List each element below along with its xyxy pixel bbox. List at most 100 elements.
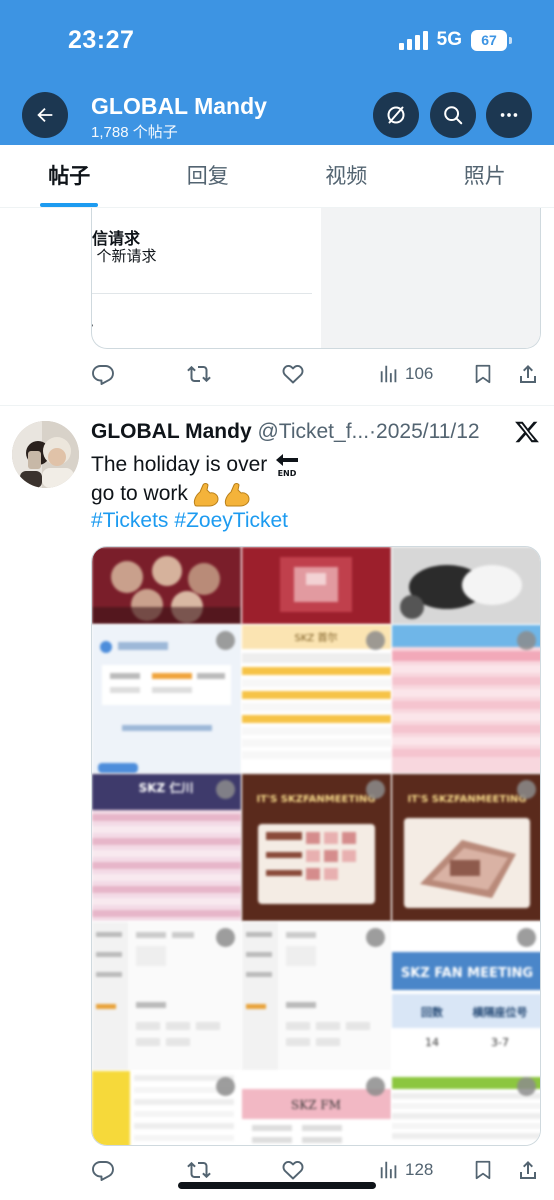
image-thumbnail[interactable]: SKZ 首尔	[242, 625, 391, 773]
tweet-text-line2: go to work	[91, 481, 250, 507]
image-thumbnail[interactable]	[242, 547, 391, 624]
retweet-icon	[187, 365, 211, 383]
status-indicators: 5G 67	[398, 29, 512, 51]
reply-icon	[92, 1161, 114, 1181]
views-button[interactable]: 106	[378, 359, 433, 389]
battery-icon: 67	[471, 29, 512, 51]
share-icon	[520, 1161, 536, 1179]
svg-text:IT'S SKZFANMEETING: IT'S SKZFANMEETING	[256, 794, 375, 805]
image-thumbnail[interactable]: SKZ FAN MEETING 回数 横隔座位号 14 3-7	[392, 922, 540, 1070]
reply-icon	[92, 365, 114, 385]
svg-text:横隔座位号: 横隔座位号	[473, 1005, 528, 1019]
like-button[interactable]	[281, 1155, 305, 1185]
hashtag-tickets[interactable]: #Tickets	[91, 509, 168, 532]
image-thumbnail[interactable]: IT'S SKZFANMEETING	[242, 774, 391, 921]
battery-level: 67	[471, 29, 507, 51]
end-label: END	[278, 469, 297, 478]
signal-icon	[398, 30, 428, 50]
bookmark-icon	[475, 364, 491, 384]
tab-videos[interactable]: 视频	[277, 145, 416, 207]
svg-text:回数: 回数	[421, 1005, 444, 1019]
tweet-actions: 128	[91, 1155, 541, 1185]
image-thumbnail[interactable]	[242, 922, 391, 1070]
reply-button[interactable]	[91, 359, 115, 389]
views-icon	[380, 365, 397, 383]
hashtags: #Tickets #ZoeyTicket	[91, 509, 288, 533]
search-icon	[444, 106, 463, 125]
dm-request-subtitle: 7 个新请求	[91, 248, 157, 265]
tweet-image-grid[interactable]: SKZ 首尔 SKZ 仁川 IT'S SKZFANMEETING IT'S SK…	[91, 546, 541, 1146]
svg-text:SKZ 首尔: SKZ 首尔	[295, 631, 338, 644]
end-arrow-icon: END	[273, 452, 301, 478]
page-title: GLOBAL Mandy	[91, 93, 267, 119]
share-button[interactable]	[516, 359, 540, 389]
svg-text:14: 14	[425, 1036, 439, 1049]
post-count: 1,788 个帖子	[91, 124, 178, 141]
image-thumbnail[interactable]: SKZ 仁川	[92, 774, 241, 921]
retweet-button[interactable]	[186, 359, 212, 389]
image-thumbnail[interactable]	[92, 1071, 241, 1145]
image-thumbnail[interactable]	[92, 922, 241, 1070]
tab-photos[interactable]: 照片	[416, 145, 554, 207]
more-button[interactable]	[486, 92, 532, 138]
separator-dot: ·	[369, 420, 377, 443]
tweet-separator	[0, 405, 554, 406]
network-type: 5G	[436, 29, 462, 50]
image-thumbnail[interactable]: SKZ FM	[242, 1071, 391, 1145]
views-count: 128	[405, 1160, 434, 1179]
flexed-biceps-icon	[224, 483, 250, 507]
conversation-label: 话	[92, 314, 93, 339]
notification-off-icon	[387, 106, 405, 124]
tweet-actions: 106	[91, 359, 541, 389]
image-thumbnail[interactable]	[392, 625, 540, 773]
profile-tabs: 帖子 回复 视频 照片	[0, 145, 554, 208]
author-name[interactable]: GLOBAL Mandy	[91, 420, 252, 443]
tweet-header: GLOBAL Mandy @Ticket_f...·2025/11/12	[91, 420, 511, 444]
back-arrow-icon	[37, 107, 53, 123]
tweet-date[interactable]: 2025/11/12	[376, 420, 480, 443]
tweet-text-2: go to work	[91, 482, 188, 505]
image-thumbnail[interactable]: IT'S SKZFANMEETING	[392, 774, 540, 921]
bookmark-button[interactable]	[472, 1155, 494, 1185]
search-button[interactable]	[430, 92, 476, 138]
image-thumbnail[interactable]	[92, 547, 241, 624]
notifications-button[interactable]	[373, 92, 419, 138]
share-button[interactable]	[516, 1155, 540, 1185]
views-icon	[380, 1161, 397, 1179]
svg-text:SKZ FM: SKZ FM	[291, 1098, 341, 1112]
image-thumbnail[interactable]	[92, 625, 241, 773]
image-thumbnail[interactable]	[392, 1071, 540, 1145]
svg-text:3-7: 3-7	[491, 1036, 509, 1049]
profile-header: 23:27 5G 67 GLOBAL Mandy 1,788 个帖子	[0, 0, 554, 145]
bookmark-button[interactable]	[472, 359, 494, 389]
svg-text:IT'S SKZFANMEETING: IT'S SKZFANMEETING	[407, 794, 526, 805]
reply-button[interactable]	[91, 1155, 115, 1185]
views-button[interactable]: 128	[378, 1155, 433, 1185]
divider	[92, 293, 312, 294]
media-placeholder	[321, 208, 540, 348]
share-icon	[520, 365, 536, 383]
tweet-text: The holiday is over	[91, 453, 268, 476]
views-count: 106	[405, 364, 434, 383]
bookmark-icon	[475, 1160, 491, 1180]
like-icon	[282, 365, 304, 384]
flexed-biceps-icon	[193, 483, 219, 507]
tab-posts[interactable]: 帖子	[0, 145, 139, 207]
svg-text:SKZ FAN MEETING: SKZ FAN MEETING	[401, 966, 533, 981]
tweet-media-card[interactable]: 私信请求 7 个新请求 话	[91, 208, 541, 349]
home-indicator[interactable]	[178, 1182, 376, 1189]
author-handle[interactable]: @Ticket_f...	[257, 420, 369, 443]
back-button[interactable]	[22, 92, 68, 138]
tweet-text-line1: The holiday is over END	[91, 452, 301, 478]
x-logo-icon	[515, 421, 539, 443]
avatar[interactable]	[12, 421, 79, 488]
more-icon	[500, 113, 518, 117]
like-icon	[282, 1161, 304, 1180]
svg-text:SKZ 仁川: SKZ 仁川	[139, 780, 194, 795]
like-button[interactable]	[281, 359, 305, 389]
hashtag-zoeyticket[interactable]: #ZoeyTicket	[174, 509, 288, 532]
retweet-button[interactable]	[186, 1155, 212, 1185]
status-time: 23:27	[68, 26, 135, 54]
image-thumbnail[interactable]	[392, 547, 540, 624]
tab-replies[interactable]: 回复	[139, 145, 278, 207]
